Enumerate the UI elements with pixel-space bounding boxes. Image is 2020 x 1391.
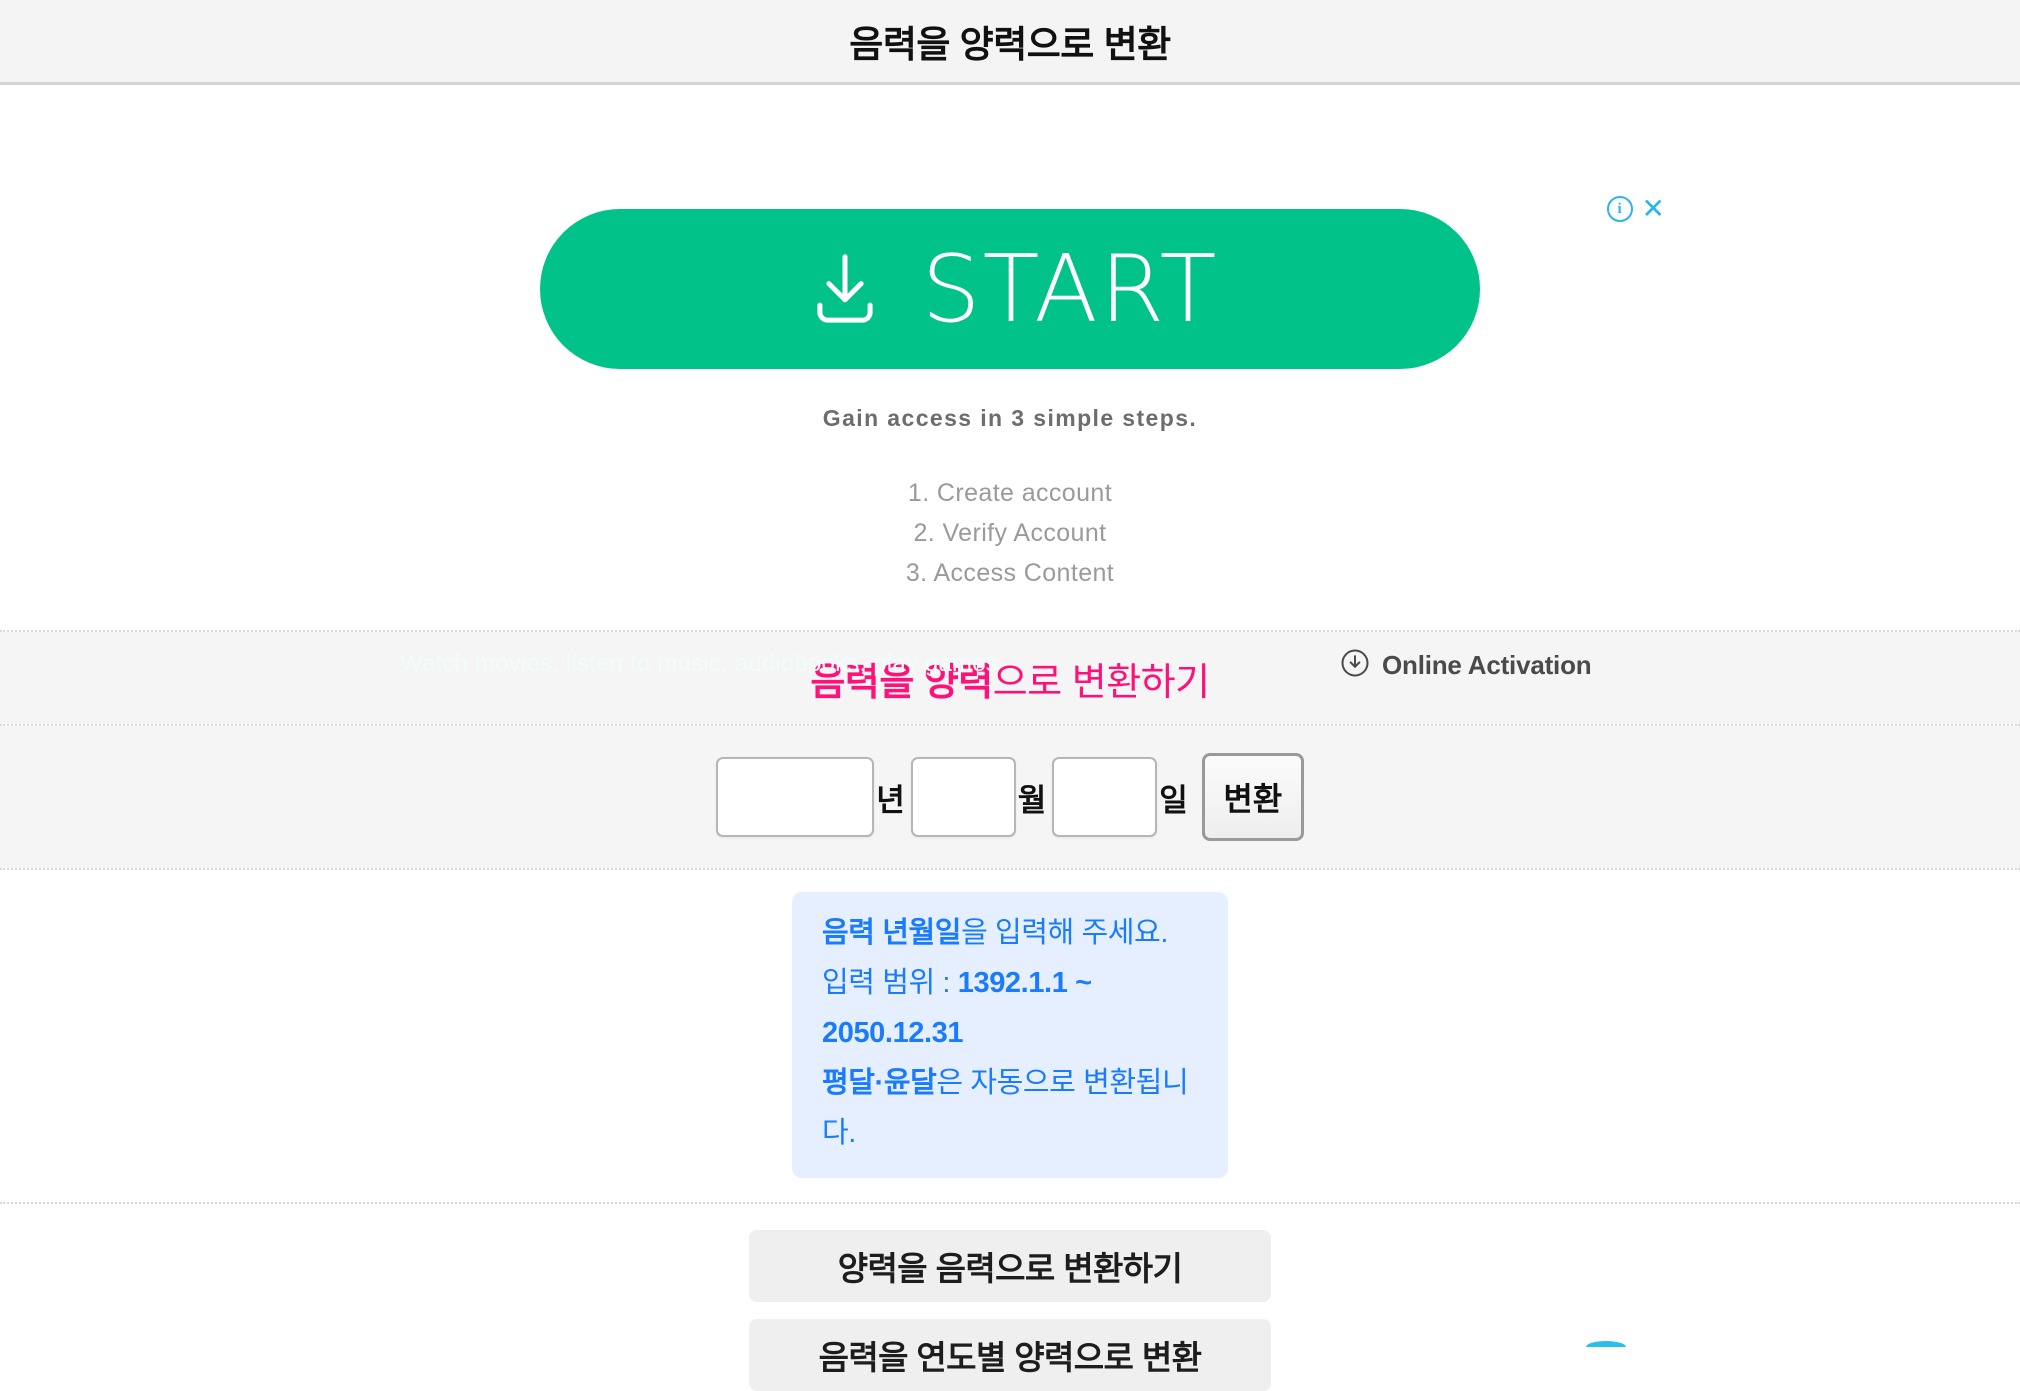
- ad-step-item: 1. Create account: [907, 479, 1113, 507]
- nav-button-band: 양력을 음력으로 변환하기 음력을 연도별 양력으로 변환: [0, 1204, 2020, 1391]
- ad-choices-controls[interactable]: i ✕: [1606, 195, 1665, 223]
- input-guide-box: 음력 년월일을 입력해 주세요. 입력 범위 : 1392.1.1 ~ 2050…: [792, 892, 1228, 1178]
- info-band: 음력 년월일을 입력해 주세요. 입력 범위 : 1392.1.1 ~ 2050…: [0, 870, 2020, 1202]
- ad-online-activation-badge: Online Activation: [1340, 648, 1592, 683]
- date-input-band: 년 월 일 변환: [0, 726, 2020, 868]
- lunar-day-input[interactable]: [1052, 757, 1158, 837]
- bottom-ad-peek: [1586, 1341, 1626, 1347]
- date-input-row: 년 월 일 변환: [716, 753, 1304, 841]
- close-icon[interactable]: ✕: [1642, 195, 1665, 223]
- info-line-1-rest: 을 입력해 주세요.: [961, 917, 1168, 949]
- info-line-3: 평달·윤달은 자동으로 변환됩니다.: [822, 1058, 1198, 1158]
- ad-step-item: 2. Verify Account: [913, 519, 1107, 547]
- info-line-2: 입력 범위 : 1392.1.1 ~ 2050.12.31: [822, 958, 1198, 1058]
- download-circle-icon: [1340, 648, 1370, 683]
- info-line-2-label: 입력 범위 :: [822, 967, 958, 999]
- ad-faint-tagline: Watch movies, listen to music, audiobook…: [400, 650, 998, 677]
- day-unit-label: 일: [1159, 782, 1188, 818]
- info-line-1-strong: 음력 년월일: [822, 917, 962, 949]
- ad-step-item: 3. Access Content: [905, 559, 1115, 587]
- month-unit-label: 월: [1017, 782, 1047, 818]
- convert-button[interactable]: 변환: [1201, 753, 1304, 841]
- lunar-month-input[interactable]: [910, 757, 1016, 837]
- converter-section-title-rest: 으로 변환하기: [992, 661, 1210, 704]
- ad-tagline: Gain access in 3 simple steps.: [822, 405, 1198, 431]
- info-line-1: 음력 년월일을 입력해 주세요.: [822, 908, 1198, 958]
- page-header: 음력을 양력으로 변환: [0, 0, 2020, 85]
- solar-to-lunar-button[interactable]: 양력을 음력으로 변환하기: [749, 1230, 1271, 1302]
- info-line-3-strong: 평달·윤달: [822, 1067, 937, 1099]
- lunar-to-yearly-solar-button[interactable]: 음력을 연도별 양력으로 변환: [749, 1319, 1271, 1391]
- page-title: 음력을 양력으로 변환: [849, 24, 1171, 65]
- ad-online-activation-label: Online Activation: [1382, 650, 1592, 680]
- ad-start-button[interactable]: START: [540, 209, 1480, 369]
- ad-start-label: START: [921, 234, 1219, 343]
- lunar-year-input[interactable]: [716, 757, 875, 837]
- converter-title-band: 음력을 양력으로 변환하기: [0, 632, 2020, 724]
- advertisement-block: i ✕ START Gain access in 3 simple steps.…: [0, 85, 2020, 680]
- year-unit-label: 년: [876, 782, 905, 818]
- info-circle-icon[interactable]: i: [1606, 196, 1633, 222]
- ad-steps-list: 1. Create account 2. Verify Account 3. A…: [0, 473, 2020, 593]
- download-icon: [802, 246, 888, 332]
